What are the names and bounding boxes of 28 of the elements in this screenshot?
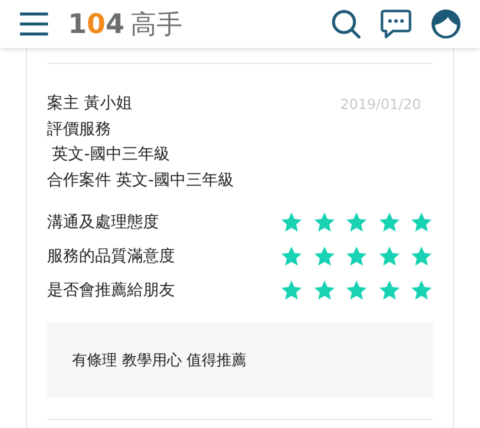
service-name: 英文-國中三年級 <box>51 143 171 165</box>
star-icon <box>410 210 433 234</box>
comment-text: 有條理 教學用心 值得推薦 <box>72 350 247 371</box>
star-icon <box>378 244 400 268</box>
rating-label: 是否會推薦給朋友 <box>47 279 175 301</box>
star-icon <box>345 244 368 268</box>
star-icon <box>410 278 433 302</box>
avatar-icon[interactable] <box>430 8 462 40</box>
star-icon <box>410 244 433 268</box>
logo[interactable]: 104 高手 <box>68 10 182 38</box>
star-icon <box>345 210 368 234</box>
star-icon <box>378 210 400 234</box>
star-icon <box>280 278 303 302</box>
star-icon <box>280 244 303 268</box>
star-icon <box>378 278 400 302</box>
rating-label: 服務的品質滿意度 <box>47 245 175 267</box>
service-label: 評價服務 <box>47 118 112 140</box>
menu-icon[interactable] <box>18 11 50 37</box>
star-icon <box>312 210 336 234</box>
star-icon <box>312 278 336 302</box>
rating-label: 溝通及處理態度 <box>47 211 159 233</box>
star-icon <box>312 244 336 268</box>
chat-icon[interactable] <box>380 8 412 40</box>
star-icon <box>345 278 368 302</box>
search-icon[interactable] <box>330 8 362 40</box>
case-name: 合作案件 英文-國中三年級 <box>47 168 234 190</box>
client-name: 案主 黃小姐 <box>47 92 134 114</box>
star-icon <box>280 210 303 234</box>
